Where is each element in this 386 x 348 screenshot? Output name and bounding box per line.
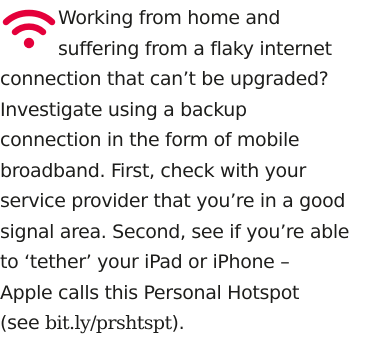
tip-line: Apple calls this Personal Hotspot: [0, 281, 300, 304]
tip-line: to ‘tether’ your iPad or iPhone –: [0, 251, 290, 273]
tip-line: (see bit.ly/prshtspt).: [0, 308, 386, 339]
tip-line: suffering from a flaky internet: [58, 37, 332, 60]
paren-close: ).: [171, 312, 185, 334]
tip-line: Working from home and: [58, 7, 281, 29]
tip-line: Investigate using a backup: [0, 98, 247, 121]
tip-line: connection that can’t be upgraded?: [0, 68, 329, 90]
short-url: bit.ly/prshtspt: [44, 312, 172, 334]
tip-line: service provider that you’re in a good: [0, 190, 346, 212]
paren-open: (see: [0, 312, 45, 334]
tip-line: signal area. Second, see if you’re able: [0, 220, 350, 243]
tip-text: Working from home and suffering from a f…: [0, 3, 386, 339]
tip-line: broadband. First, check with your: [0, 159, 306, 182]
tip-line: connection in the form of mobile: [0, 129, 300, 151]
